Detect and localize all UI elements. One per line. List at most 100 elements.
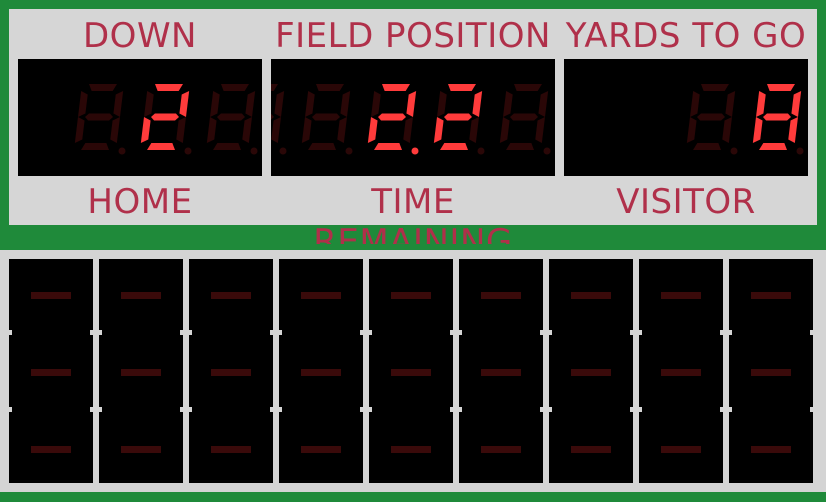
yards-to-go-digit-1-seg-g (763, 113, 791, 121)
grid-tick (360, 407, 372, 412)
down-digit-0-seg-f (78, 91, 88, 117)
down-digit-2-seg-f (210, 91, 220, 117)
field-position-digit-1-seg-f (305, 91, 315, 117)
down-label: DOWN (83, 16, 197, 56)
field-position-digit-1-seg-c (337, 117, 347, 143)
field-position-digit-0-seg-g (271, 113, 274, 120)
grid-tick (540, 330, 552, 335)
down-display (18, 59, 262, 176)
down-digit-2-seg-b (245, 91, 256, 117)
field-position-digit-2-seg-e (367, 117, 378, 143)
field-position-digit-2-seg-f (371, 91, 381, 117)
yards-to-go-digit-1-seg-d (759, 143, 787, 150)
grid-tick (270, 330, 282, 335)
visitor-label: VISITOR (616, 182, 756, 222)
bottom-frame (0, 492, 826, 502)
blank-digit-dash (301, 369, 341, 376)
blank-digit-dash (571, 446, 611, 453)
grid-tick (90, 407, 102, 412)
grid-tick (270, 407, 282, 412)
field-position-digit-4-dot (543, 147, 551, 155)
blank-digit-dash (751, 292, 791, 299)
blank-digit-dash (301, 446, 341, 453)
down-digit-1-dot (184, 147, 192, 155)
field-position-digit-3-seg-c (469, 117, 479, 143)
field-position-digit-4-seg-c (535, 117, 545, 143)
blank-digit-dash (211, 292, 251, 299)
field-position-digit-4-seg-a (514, 84, 542, 91)
field-position-digit-3-dot (477, 147, 485, 155)
down-digit-2-seg-g (217, 113, 245, 121)
field-position-digit-4-seg-f (503, 91, 513, 117)
grid-column-1 (9, 259, 93, 483)
blank-digit-dash (391, 369, 431, 376)
down-digit-2-seg-e (206, 117, 217, 143)
score-grid (0, 250, 826, 492)
blank-digit-dash (211, 369, 251, 376)
grid-tick (540, 407, 552, 412)
field-position-digit-0-seg-c (271, 117, 281, 143)
grid-tick (180, 330, 192, 335)
down-digit-2-seg-a (221, 84, 249, 91)
field-position-digit-2-seg-a (382, 84, 410, 91)
yards-to-go-digit-1-seg-f (756, 91, 766, 117)
blank-digit-dash (751, 369, 791, 376)
blank-digit-dash (391, 292, 431, 299)
field-position-digit-1-seg-d (308, 143, 336, 150)
field-position-digit-3-seg-g (444, 113, 472, 121)
field-position-digit-3-seg-a (448, 84, 476, 91)
field-position-digit-3-seg-f (437, 91, 447, 117)
blank-digit-dash (121, 292, 161, 299)
blank-digit-dash (391, 446, 431, 453)
field-position-digit-4-seg-d (506, 143, 534, 150)
field-position-digit-2-seg-b (406, 91, 417, 117)
down-digit-2-seg-c (242, 117, 252, 143)
grid-column-7 (549, 259, 633, 483)
grid-tick (0, 407, 12, 412)
down-digit-0-seg-g (85, 113, 113, 121)
grid-column-2 (99, 259, 183, 483)
blank-digit-dash (661, 292, 701, 299)
field-position-digit-3-seg-e (433, 117, 444, 143)
grid-tick (360, 330, 372, 335)
yards-to-go-display (564, 59, 808, 176)
blank-digit-dash (481, 446, 521, 453)
yards-to-go-digit-0-seg-d (693, 143, 721, 150)
down-digit-0-seg-d (81, 143, 109, 150)
blank-digit-dash (31, 369, 71, 376)
yards-to-go-digit-0-seg-a (701, 84, 729, 91)
blank-digit-dash (571, 292, 611, 299)
field-position-digit-4-seg-g (510, 113, 538, 121)
down-digit-1-seg-g (151, 113, 179, 121)
grid-column-8 (639, 259, 723, 483)
grid-tick (450, 407, 462, 412)
blank-digit-dash (661, 446, 701, 453)
down-digit-0-seg-c (110, 117, 120, 143)
blank-digit-dash (211, 446, 251, 453)
grid-column-5 (369, 259, 453, 483)
down-digit-1-seg-a (155, 84, 183, 91)
grid-tick (0, 330, 12, 335)
field-position-display (271, 59, 555, 176)
time-remaining-label: TIME REMAINING (313, 182, 513, 262)
grid-column-4 (279, 259, 363, 483)
yards-to-go-digit-1-seg-a (767, 84, 795, 91)
down-digit-0-seg-a (89, 84, 117, 91)
blank-digit-dash (661, 369, 701, 376)
field-position-digit-1-dot (345, 147, 353, 155)
field-position-digit-2-seg-c (403, 117, 413, 143)
yards-to-go-label: YARDS TO GO (565, 16, 807, 56)
yards-to-go-digit-0-seg-b (725, 91, 736, 117)
grid-tick (90, 330, 102, 335)
yards-to-go-digit-1-dot (796, 147, 804, 155)
blank-digit-dash (751, 446, 791, 453)
grid-tick (720, 330, 732, 335)
blank-digit-dash (481, 292, 521, 299)
field-position-digit-4-seg-e (499, 117, 510, 143)
field-position-digit-2-seg-d (374, 143, 402, 150)
down-digit-0-dot (118, 147, 126, 155)
yards-to-go-digit-0-dot (730, 147, 738, 155)
yards-to-go-digit-1-seg-b (791, 91, 802, 117)
blank-digit-dash (121, 446, 161, 453)
grid-tick (630, 330, 642, 335)
